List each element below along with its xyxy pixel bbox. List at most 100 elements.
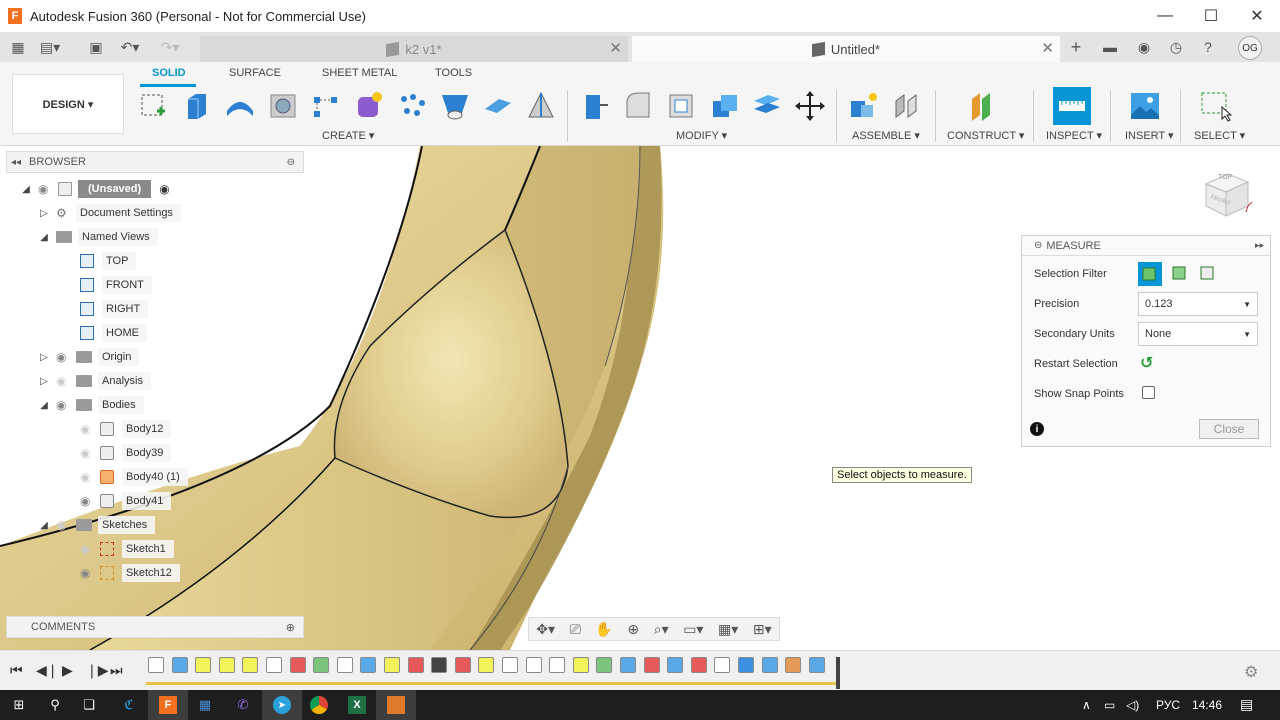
expand-triangle-icon[interactable]: ▷ xyxy=(38,376,50,387)
workspace-switcher[interactable]: DESIGN ▾ xyxy=(12,74,124,134)
timeline-feature-icon[interactable] xyxy=(148,657,164,673)
look-at-icon[interactable]: ⎚ xyxy=(570,621,581,638)
timeline-feature-icon[interactable] xyxy=(195,657,212,673)
precision-select[interactable]: 0.123 ▼ xyxy=(1138,292,1258,316)
history-icon[interactable]: ◷ xyxy=(1166,38,1186,56)
eye-icon[interactable]: ◉ xyxy=(38,182,54,196)
eye-icon[interactable]: ◉ xyxy=(56,350,72,364)
language-indicator[interactable]: РУС xyxy=(1156,698,1180,712)
chrome-icon[interactable] xyxy=(308,694,330,716)
inspect-group-label[interactable]: INSPECT ▾ xyxy=(1046,129,1102,142)
insert-group-label[interactable]: INSERT ▾ xyxy=(1125,129,1174,142)
timeline-feature-icon[interactable] xyxy=(242,657,259,673)
filter-edge-icon[interactable] xyxy=(1196,262,1218,284)
timeline-feature-icon[interactable] xyxy=(525,657,542,673)
timeline-end-icon[interactable]: ⏭ xyxy=(110,662,123,679)
expand-triangle-icon[interactable]: ▷ xyxy=(38,208,50,219)
tree-item-view-front[interactable]: FRONT xyxy=(80,275,152,295)
timeline-play-icon[interactable]: ▶ xyxy=(62,662,73,679)
timeline-feature-icon[interactable] xyxy=(808,657,825,673)
tab-untitled[interactable]: Untitled* ✕ xyxy=(632,36,1060,62)
measure-icon[interactable] xyxy=(1053,87,1091,125)
expand-dialog-icon[interactable]: ▸▸ xyxy=(1255,240,1264,251)
loft-icon[interactable] xyxy=(438,89,472,123)
battery-icon[interactable]: ▭ xyxy=(1104,698,1115,712)
app-grid-icon[interactable]: ▦ xyxy=(8,38,28,56)
timeline-feature-icon[interactable] xyxy=(478,657,495,673)
timeline-feature-icon[interactable] xyxy=(289,657,306,673)
split-body-icon[interactable] xyxy=(750,89,784,123)
timeline-feature-icon[interactable] xyxy=(313,657,330,673)
create-sketch-icon[interactable] xyxy=(137,89,171,123)
tree-item-origin[interactable]: ▷ ◉ Origin xyxy=(38,347,140,367)
comments-panel[interactable]: COMMENTS ⊕ xyxy=(6,616,304,638)
zoom-icon[interactable]: ⊕ xyxy=(627,621,639,638)
tree-item-view-top[interactable]: TOP xyxy=(80,251,137,271)
tab-solid[interactable]: SOLID xyxy=(152,67,186,79)
tree-item-body40[interactable]: ◉ Body40 (1) xyxy=(80,467,188,487)
job-status-icon[interactable]: ◉ xyxy=(1134,38,1154,56)
eye-icon[interactable]: ◉ xyxy=(80,566,96,580)
timeline-feature-icon[interactable] xyxy=(738,657,754,673)
filter-face-icon[interactable] xyxy=(1168,262,1190,284)
eye-hidden-icon[interactable]: ◉ xyxy=(80,422,96,436)
tree-item-document-settings[interactable]: ▷ ⚙ Document Settings xyxy=(38,203,181,223)
timeline-feature-icon[interactable] xyxy=(502,657,518,673)
timeline-feature-icon[interactable] xyxy=(549,657,566,673)
pan-icon[interactable]: ✋ xyxy=(595,621,612,638)
timeline-feature-icon[interactable] xyxy=(384,657,400,673)
fit-icon[interactable]: ⌕▾ xyxy=(654,621,669,638)
snap-points-checkbox[interactable] xyxy=(1142,386,1155,399)
excel-icon[interactable]: X xyxy=(346,694,368,716)
search-icon[interactable]: ⚲ xyxy=(44,694,66,716)
tree-item-sketch1[interactable]: ◉ Sketch1 xyxy=(80,539,174,559)
tree-item-sketches[interactable]: ◢ ◉ Sketches xyxy=(38,515,156,535)
task-view-icon[interactable]: ❏ xyxy=(78,694,100,716)
collapse-triangle-icon[interactable]: ◢ xyxy=(38,232,50,243)
collapse-triangle-icon[interactable]: ◢ xyxy=(20,184,32,195)
select-box-icon[interactable] xyxy=(1198,89,1232,123)
timeline-feature-icon[interactable] xyxy=(407,657,424,673)
tree-item-view-home[interactable]: HOME xyxy=(80,323,147,343)
timeline-feature-icon[interactable] xyxy=(454,657,471,673)
timeline-feature-icon[interactable] xyxy=(690,657,707,673)
fusion-alt-taskbar-icon[interactable] xyxy=(376,690,416,720)
timeline-prev-icon[interactable]: ◀❘ xyxy=(36,662,59,679)
tray-chevron-icon[interactable]: ∧ xyxy=(1082,698,1091,712)
pattern-icon[interactable] xyxy=(309,89,343,123)
derive-icon[interactable] xyxy=(395,89,429,123)
timeline-settings-gear-icon[interactable]: ⚙ xyxy=(1244,662,1258,682)
viber-icon[interactable]: ✆ xyxy=(232,694,254,716)
timeline-feature-icon[interactable] xyxy=(572,657,589,673)
timeline-feature-icon[interactable] xyxy=(171,657,188,673)
volume-icon[interactable]: ◁) xyxy=(1126,698,1139,712)
minimize-button[interactable]: — xyxy=(1142,0,1188,32)
form-icon[interactable] xyxy=(352,89,386,123)
display-settings-icon[interactable]: ▭▾ xyxy=(683,621,703,638)
tab-sheet-metal[interactable]: SHEET METAL xyxy=(322,67,397,79)
web-icon[interactable] xyxy=(524,89,558,123)
shell-icon[interactable] xyxy=(664,89,698,123)
expand-triangle-icon[interactable]: ▷ xyxy=(38,352,50,363)
view-cube[interactable]: TOP FRONT xyxy=(1198,166,1254,222)
timeline-feature-icon[interactable] xyxy=(785,657,802,673)
timeline-feature-icon[interactable] xyxy=(761,657,778,673)
move-icon[interactable] xyxy=(793,89,827,123)
save-icon[interactable]: ▣ xyxy=(86,38,106,56)
edge-browser-icon[interactable]: ℭ xyxy=(118,694,140,716)
eye-hidden-icon[interactable]: ◉ xyxy=(80,446,96,460)
tree-item-body12[interactable]: ◉ Body12 xyxy=(80,419,172,439)
modify-group-label[interactable]: MODIFY ▾ xyxy=(676,129,727,142)
select-group-label[interactable]: SELECT ▾ xyxy=(1194,129,1245,142)
redo-icon[interactable]: ↷▾ xyxy=(160,38,180,56)
timeline-feature-icon[interactable] xyxy=(336,657,353,673)
collapse-triangle-icon[interactable]: ◢ xyxy=(38,400,50,411)
maximize-button[interactable]: ☐ xyxy=(1188,0,1234,32)
user-avatar[interactable]: OG xyxy=(1238,36,1262,60)
info-icon[interactable]: i xyxy=(1030,422,1044,436)
tab-k2[interactable]: k2 v1* ✕ xyxy=(200,36,628,62)
tree-root[interactable]: ◢ ◉ (Unsaved) ◉ xyxy=(20,179,170,199)
tree-item-named-views[interactable]: ◢ Named Views xyxy=(38,227,158,247)
extrude-icon[interactable] xyxy=(180,89,214,123)
timeline-feature-icon[interactable] xyxy=(667,657,684,673)
